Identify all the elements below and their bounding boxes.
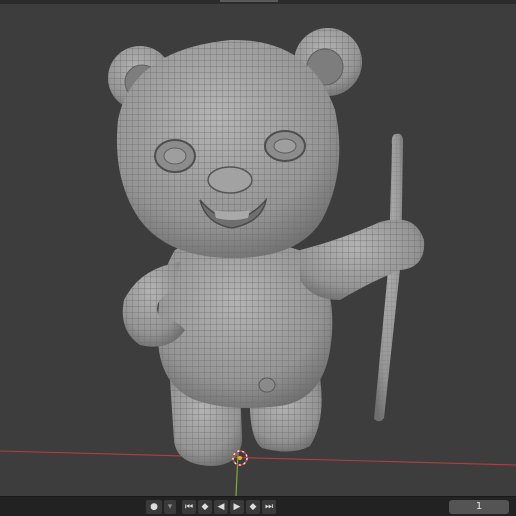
x-axis-line xyxy=(0,450,516,466)
prev-keyframe-icon[interactable]: ◆ xyxy=(198,500,212,514)
play-reverse-icon[interactable]: ◀ xyxy=(214,500,228,514)
3d-viewport[interactable] xyxy=(0,0,516,496)
nose xyxy=(207,166,253,194)
belly-button xyxy=(258,377,276,393)
next-keyframe-icon[interactable]: ◆ xyxy=(246,500,260,514)
jump-to-start-icon[interactable]: ⏮ xyxy=(182,500,196,514)
timeline-bar: ● ▾ ⏮ ◆ ◀ ▶ ◆ ⏭ 1 xyxy=(0,496,516,516)
jump-to-end-icon[interactable]: ⏭ xyxy=(262,500,276,514)
bear-model[interactable] xyxy=(0,0,516,496)
head xyxy=(116,39,340,259)
play-icon[interactable]: ▶ xyxy=(230,500,244,514)
chevron-down-icon[interactable]: ▾ xyxy=(164,500,176,514)
right-arm xyxy=(300,219,425,300)
keyframe-dot-icon[interactable]: ● xyxy=(146,500,162,514)
current-frame-field[interactable]: 1 xyxy=(449,500,509,514)
